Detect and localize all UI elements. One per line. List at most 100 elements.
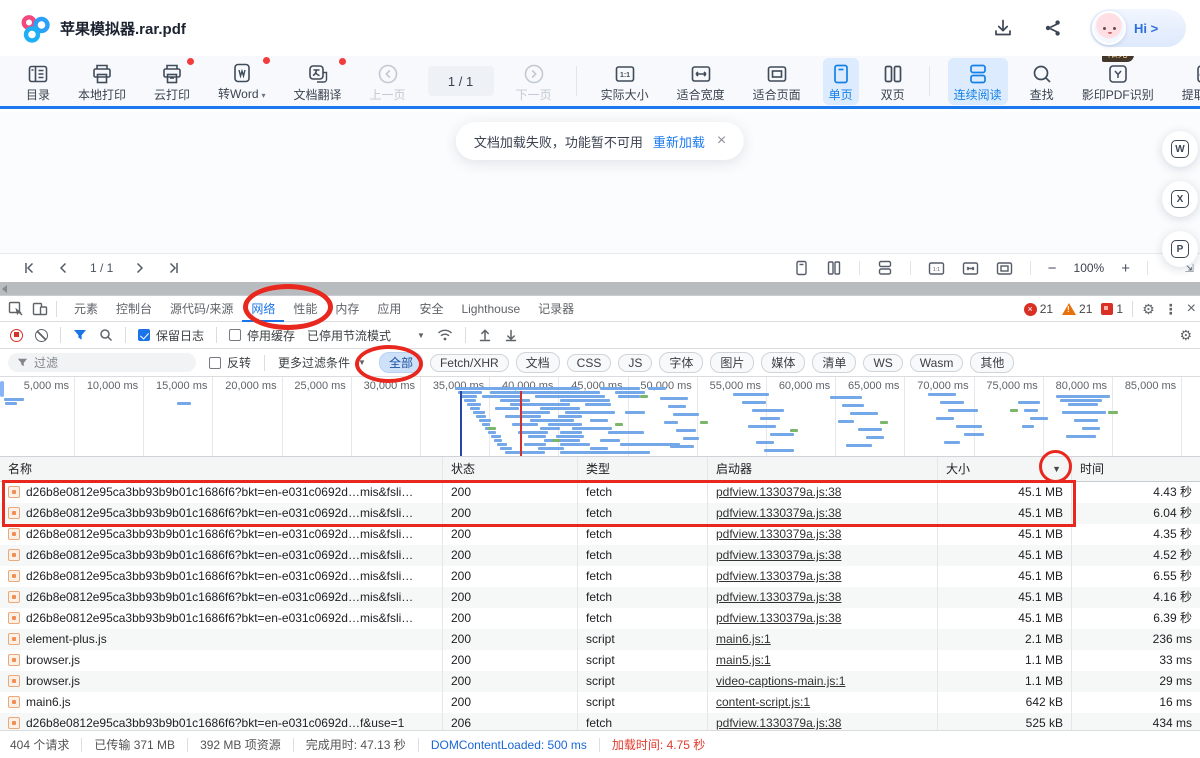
issues-badge[interactable]: 1 [1101,302,1123,316]
sort-desc-icon[interactable]: ▼ [1052,457,1061,481]
convert-to-word-button[interactable]: 转Word▾ [212,57,271,106]
filter-input[interactable]: 过滤 [8,353,196,372]
scroll-left-arrow-icon[interactable] [2,285,7,293]
filter-type-pill[interactable]: 字体 [659,352,703,373]
more-filters-dropdown[interactable]: 更多过滤条件 ▼ [278,354,366,371]
horizontal-scrollbar[interactable] [0,282,1200,295]
initiator-link[interactable]: pdfview.1330379a.js:38 [716,611,841,625]
close-icon[interactable]: × [717,132,726,150]
console-warnings-badge[interactable]: 21 [1062,302,1092,316]
fit-page-button[interactable]: 适合页面 [747,58,807,105]
network-overview-timeline[interactable]: 5,000 ms 10,000 ms 15,000 ms 20,000 ms 2… [0,377,1200,457]
prev-page-arrow-button[interactable] [56,261,70,275]
prev-page-button[interactable]: 上一页 [364,58,412,105]
invert-filter-checkbox[interactable]: 反转 [209,354,251,371]
next-page-arrow-button[interactable] [133,261,147,275]
to-ppt-float-button[interactable]: P [1162,231,1198,267]
ocr-pdf-button[interactable]: 限免 影印PDF识别 [1076,58,1160,105]
filter-type-pill[interactable]: 图片 [710,352,754,373]
to-excel-float-button[interactable]: X [1162,181,1198,217]
column-header-time[interactable]: 时间 [1072,457,1200,481]
initiator-link[interactable]: content-script.js:1 [716,695,810,709]
filter-type-pill[interactable]: JS [618,354,652,372]
column-header-initiator[interactable]: 启动器 [708,457,938,481]
table-row[interactable]: d26b8e0812e95ca3bb93b9b01c1686f6?bkt=en-… [0,482,1200,503]
table-row[interactable]: browser.js 200 script video-captions-mai… [0,671,1200,692]
export-har-icon[interactable] [504,328,518,342]
filter-type-pill[interactable]: 媒体 [761,352,805,373]
column-header-name[interactable]: 名称 [0,457,443,481]
table-row[interactable]: d26b8e0812e95ca3bb93b9b01c1686f6?bkt=en-… [0,608,1200,629]
search-network-icon[interactable] [99,328,113,342]
local-print-button[interactable]: 本地打印 [72,58,132,105]
single-page-button[interactable]: 单页 [823,58,859,105]
devtools-tab[interactable]: Lighthouse [452,296,529,322]
devtools-tab[interactable]: 控制台 [107,296,161,322]
column-header-type[interactable]: 类型 [578,457,708,481]
download-button[interactable] [990,15,1016,41]
network-settings-gear-icon[interactable]: ⚙ [1179,328,1192,342]
devtools-tab[interactable]: 源代码/来源 [161,296,242,322]
table-row[interactable]: d26b8e0812e95ca3bb93b9b01c1686f6?bkt=en-… [0,545,1200,566]
continuous-read-button[interactable]: 连续阅读 [948,58,1008,105]
table-row[interactable]: d26b8e0812e95ca3bb93b9b01c1686f6?bkt=en-… [0,524,1200,545]
first-page-button[interactable] [22,261,36,275]
filter-toggle-icon[interactable] [73,329,87,342]
initiator-link[interactable]: video-captions-main.js:1 [716,674,845,688]
fit-width-small-button[interactable] [962,261,979,276]
settings-gear-icon[interactable]: ⚙ [1142,302,1155,316]
initiator-link[interactable]: pdfview.1330379a.js:38 [716,485,841,499]
initiator-link[interactable]: pdfview.1330379a.js:38 [716,716,841,730]
table-row[interactable]: d26b8e0812e95ca3bb93b9b01c1686f6?bkt=en-… [0,566,1200,587]
device-toolbar-icon[interactable] [32,301,48,317]
next-page-button[interactable]: 下一页 [510,58,558,105]
devtools-tab[interactable]: 记录器 [529,296,583,322]
close-devtools-icon[interactable]: × [1187,301,1196,317]
reload-link[interactable]: 重新加载 [653,132,705,151]
table-row[interactable]: element-plus.js 200 script main6.js:1 2.… [0,629,1200,650]
filter-type-pill[interactable]: 其他 [970,352,1014,373]
filter-type-pill[interactable]: CSS [567,354,612,372]
filter-type-pill[interactable]: 全部 [379,352,423,373]
initiator-link[interactable]: pdfview.1330379a.js:38 [716,569,841,583]
initiator-link[interactable]: pdfview.1330379a.js:38 [716,527,841,541]
initiator-link[interactable]: main6.js:1 [716,632,771,646]
user-account-button[interactable]: Hi > [1090,9,1186,47]
table-row[interactable]: browser.js 200 script main5.js:1 1.1 MB … [0,650,1200,671]
last-page-button[interactable] [167,261,181,275]
continuous-mode-button[interactable] [877,260,893,276]
preserve-log-checkbox[interactable]: 保留日志 [138,327,204,344]
devtools-tab[interactable]: 网络 [242,296,284,322]
table-row[interactable]: d26b8e0812e95ca3bb93b9b01c1686f6?bkt=en-… [0,587,1200,608]
clear-network-log-button[interactable] [35,329,48,342]
disable-cache-checkbox[interactable]: 停用缓存 [229,327,295,344]
table-row[interactable]: d26b8e0812e95ca3bb93b9b01c1686f6?bkt=en-… [0,713,1200,731]
column-header-status[interactable]: 状态 [443,457,578,481]
initiator-link[interactable]: main5.js:1 [716,653,771,667]
page-number-input[interactable]: 1 / 1 [428,66,494,96]
record-network-log-button[interactable] [10,329,23,342]
actual-size-button[interactable]: 1:1 实际大小 [595,58,655,105]
share-button[interactable] [1040,15,1066,41]
filter-type-pill[interactable]: WS [863,354,902,372]
find-button[interactable]: 查找 [1024,58,1060,105]
initiator-link[interactable]: pdfview.1330379a.js:38 [716,506,841,520]
to-word-float-button[interactable]: W [1162,131,1198,167]
devtools-tab[interactable]: 安全 [410,296,452,322]
toc-button[interactable]: 目录 [20,58,56,105]
double-page-button[interactable]: 双页 [875,58,911,105]
initiator-link[interactable]: pdfview.1330379a.js:38 [716,590,841,604]
filter-type-pill[interactable]: 清单 [812,352,856,373]
zoom-in-button[interactable]: + [1121,260,1130,277]
single-page-mode-button[interactable] [794,260,809,276]
filter-type-pill[interactable]: 文档 [516,352,560,373]
inspect-element-icon[interactable] [8,301,24,317]
kebab-menu-icon[interactable]: ⋮ [1164,302,1178,316]
throttling-dropdown[interactable]: 已停用节流模式 ▼ [307,327,425,344]
devtools-tab[interactable]: 性能 [284,296,326,322]
fit-width-button[interactable]: 适合宽度 [671,58,731,105]
doc-translate-button[interactable]: 文档翻译 [288,58,348,105]
zoom-out-button[interactable]: − [1048,260,1057,277]
import-har-icon[interactable] [478,328,492,342]
table-row[interactable]: d26b8e0812e95ca3bb93b9b01c1686f6?bkt=en-… [0,503,1200,524]
